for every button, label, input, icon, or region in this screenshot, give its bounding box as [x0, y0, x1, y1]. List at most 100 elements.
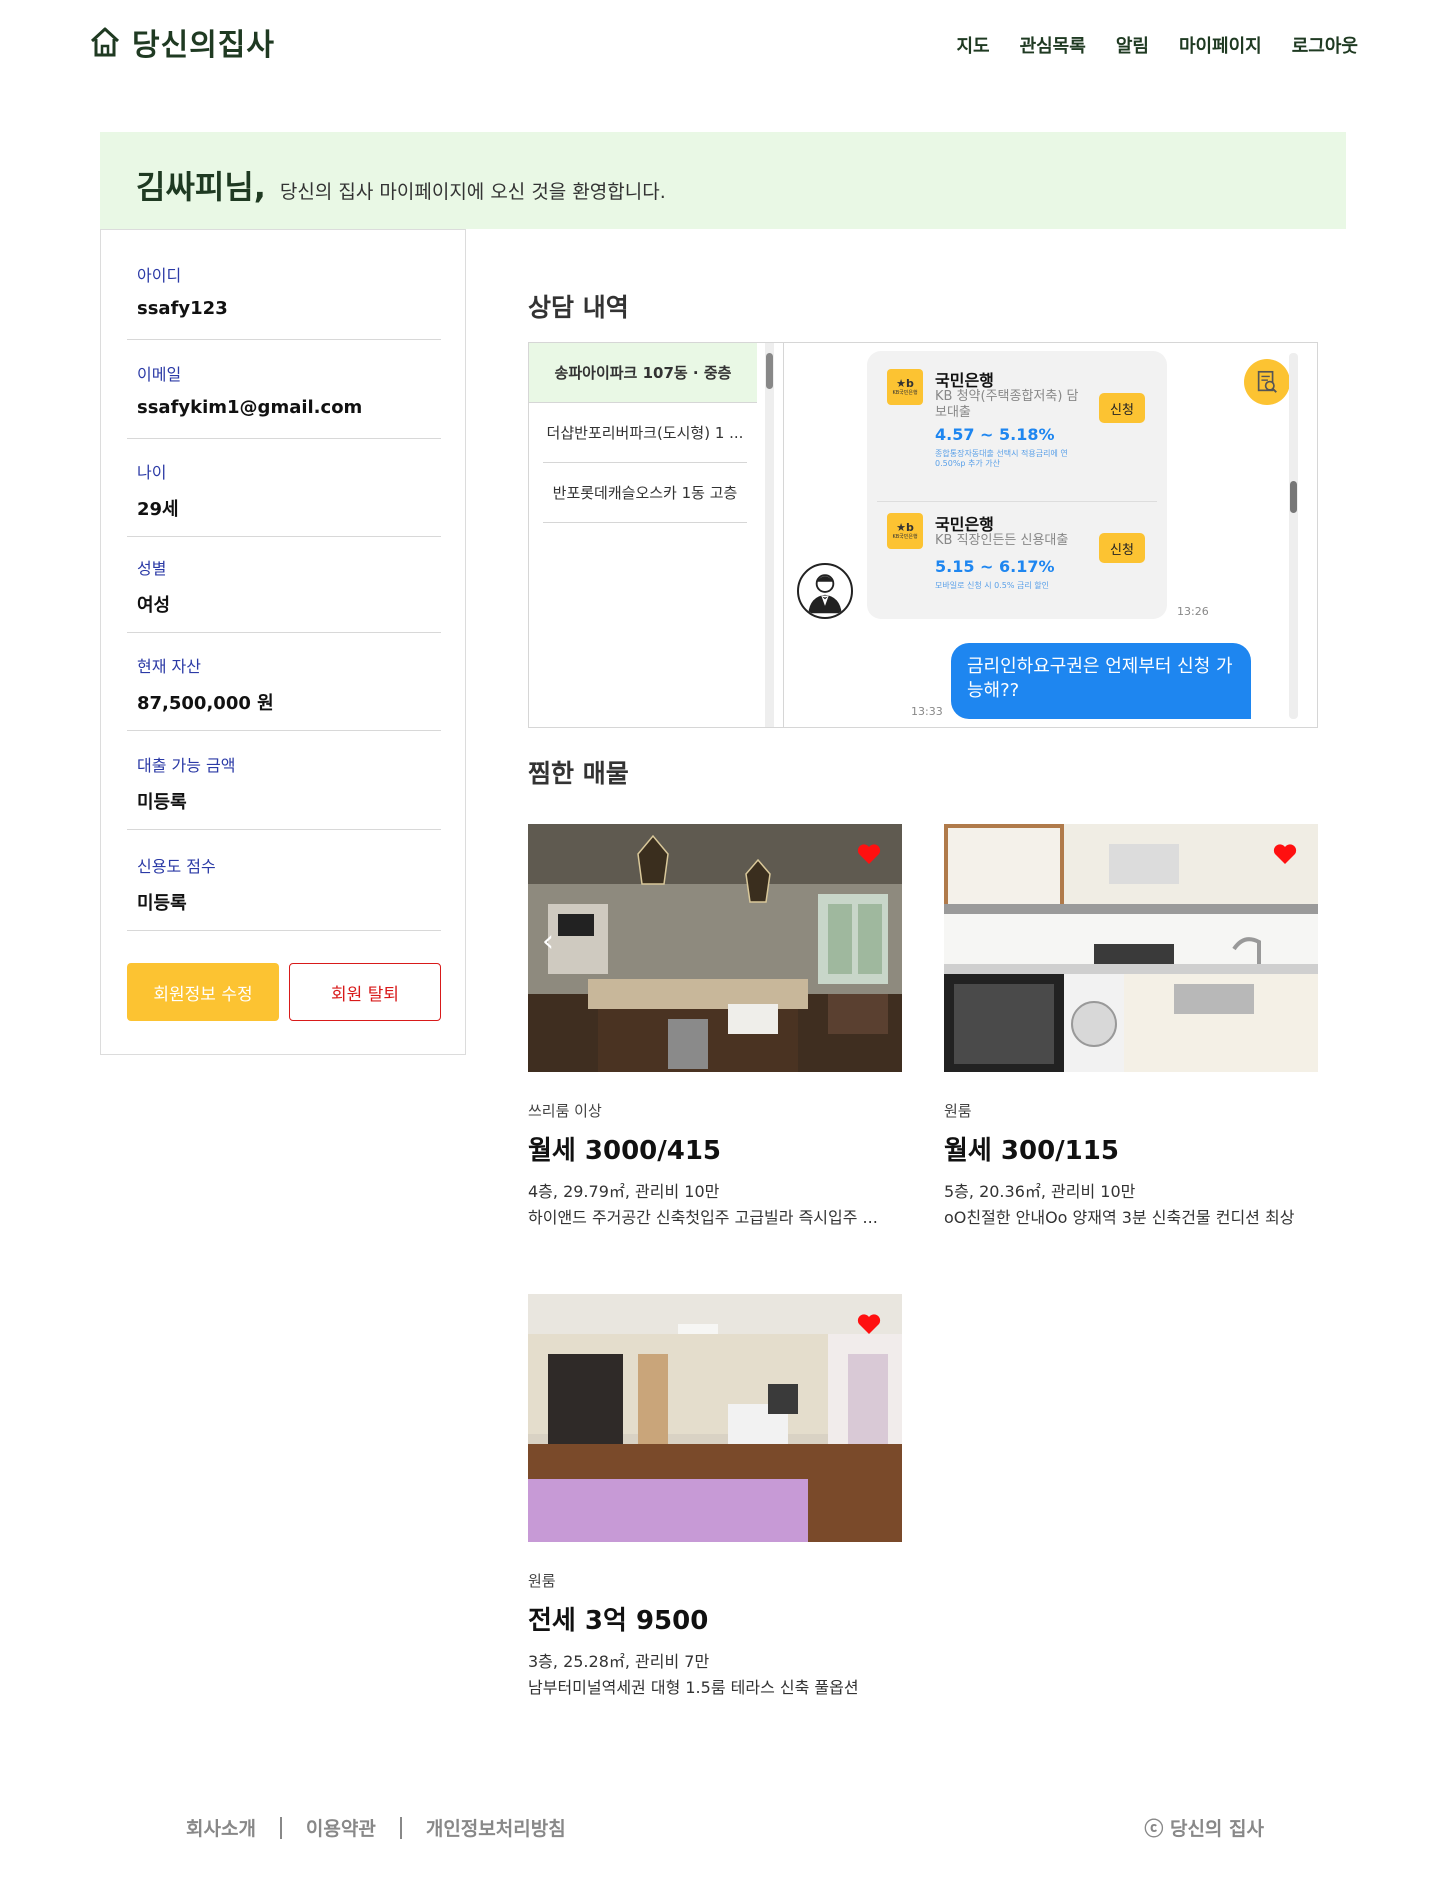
footer-divider [399, 1816, 402, 1839]
consult-list-scrollbar[interactable] [765, 343, 774, 727]
consult-panel: 송파아이파크 107동 · 중층 더샵반포리버파크(도시형) 1 ... 반포롯… [528, 342, 1318, 728]
listing-photo[interactable] [944, 824, 1318, 1072]
field-label: 아이디 [137, 266, 182, 285]
profile-field-age: 나이 29세 [127, 459, 441, 537]
scrollbar-thumb[interactable] [766, 353, 773, 389]
field-label: 나이 [137, 463, 167, 482]
nav-mypage[interactable]: 마이페이지 [1179, 32, 1262, 58]
listing-info: 4층, 29.79㎡, 관리비 10만 [528, 1182, 720, 1201]
apply-loan-button[interactable]: 신청 [1099, 393, 1145, 423]
favorite-listing-card[interactable]: ‹ 쓰리룸 이상 월세 3000/415 4층, 29.79㎡, 관리비 10만… [528, 824, 902, 1234]
field-label: 현재 자산 [137, 657, 201, 676]
carousel-prev-button[interactable]: ‹ [542, 924, 554, 959]
bank-name: 국민은행 [935, 515, 994, 534]
field-label: 대출 가능 금액 [137, 756, 236, 775]
listing-photo[interactable] [528, 1294, 902, 1542]
logo[interactable]: 당신의집사 [88, 20, 275, 64]
main-nav: 지도 관심목록 알림 마이페이지 로그아웃 [956, 32, 1358, 58]
welcome-banner: 김싸피님, 당신의 집사 마이페이지에 오신 것을 환영합니다. [100, 132, 1346, 229]
field-value: 87,500,000 원 [137, 693, 274, 714]
kitchen-photo [944, 824, 1318, 1072]
profile-field-email: 이메일 ssafykim1@gmail.com [127, 361, 441, 439]
message-time: 13:33 [911, 705, 943, 718]
listing-room-type: 쓰리룸 이상 [528, 1102, 602, 1120]
consult-list: 송파아이파크 107동 · 중층 더샵반포리버파크(도시형) 1 ... 반포롯… [529, 343, 784, 727]
listing-price: 월세 3000/415 [528, 1136, 722, 1166]
listing-price: 월세 300/115 [944, 1136, 1119, 1166]
favorites-section-title: 찜한 매물 [528, 759, 629, 788]
favorite-listing-card[interactable]: 원룸 전세 3억 9500 3층, 25.28㎡, 관리비 7만 남부터미널역세… [528, 1294, 902, 1704]
listing-description: 남부터미널역세권 대형 1.5룸 테라스 신축 풀옵션 [528, 1678, 859, 1697]
consult-list-item[interactable]: 더샵반포리버파크(도시형) 1 ... [543, 403, 747, 463]
field-value: 미등록 [137, 893, 187, 914]
listing-description: oO친절한 안내Oo 양재역 3분 신축건물 컨디션 최상 [944, 1208, 1295, 1227]
heart-icon[interactable] [1272, 842, 1298, 866]
loan-note: 모바일로 신청 시 0.5% 금리 할인 [935, 581, 1049, 590]
bank-logo-mark: ★b [896, 520, 914, 534]
profile-card: 아이디 ssafy123 이메일 ssafykim1@gmail.com 나이 … [100, 229, 466, 1055]
nav-logout[interactable]: 로그아웃 [1292, 32, 1358, 58]
my-message-bubble: 금리인하요구권은 언제부터 신청 가능해?? [951, 643, 1251, 719]
agent-avatar [797, 563, 853, 619]
listing-price: 전세 3억 9500 [528, 1606, 709, 1636]
logo-text: 당신의집사 [132, 28, 275, 63]
edit-profile-button[interactable]: 회원정보 수정 [127, 963, 279, 1021]
kb-bank-logo: ★b KB국민은행 [887, 369, 923, 405]
field-value: 29세 [137, 499, 179, 520]
loan-item: ★b KB국민은행 국민은행 KB 직장인든든 신용대출 5.15 ~ 6.17… [887, 513, 1161, 613]
listing-description: 하이앤드 주거공간 신축첫입주 고급빌라 즉시입주 ... [528, 1208, 878, 1227]
welcome-message: 당신의 집사 마이페이지에 오신 것을 환영합니다. [279, 181, 666, 203]
field-value: 미등록 [137, 792, 187, 813]
listing-info: 5층, 20.36㎡, 관리비 10만 [944, 1182, 1136, 1201]
profile-field-gender: 성별 여성 [127, 555, 441, 633]
footer-divider [279, 1816, 282, 1839]
field-label: 신용도 점수 [137, 857, 216, 876]
profile-field-credit-score: 신용도 점수 미등록 [127, 853, 441, 931]
chat-scrollbar[interactable] [1289, 353, 1298, 719]
listing-room-type: 원룸 [944, 1102, 972, 1120]
footer-copyright: ⓒ 당신의 집사 [1144, 1818, 1264, 1840]
loan-product: KB 직장인든든 신용대출 [935, 533, 1069, 548]
loan-rate: 4.57 ~ 5.18% [935, 425, 1055, 444]
nav-map[interactable]: 지도 [956, 32, 989, 58]
field-value: ssafy123 [137, 298, 228, 319]
profile-field-assets: 현재 자산 87,500,000 원 [127, 653, 441, 731]
footer-link-terms[interactable]: 이용약관 [306, 1814, 376, 1841]
nav-watchlist[interactable]: 관심목록 [1020, 32, 1086, 58]
heart-icon[interactable] [856, 842, 882, 866]
nav-notifications[interactable]: 알림 [1116, 32, 1149, 58]
header: 당신의집사 지도 관심목록 알림 마이페이지 로그아웃 [0, 0, 1440, 86]
heart-icon[interactable] [856, 1312, 882, 1336]
footer-link-privacy[interactable]: 개인정보처리방침 [426, 1814, 566, 1841]
field-value: ssafykim1@gmail.com [137, 397, 363, 418]
listing-room-type: 원룸 [528, 1572, 556, 1590]
field-label: 이메일 [137, 365, 182, 384]
scrollbar-thumb[interactable] [1290, 481, 1297, 513]
favorite-listing-card[interactable]: 원룸 월세 300/115 5층, 20.36㎡, 관리비 10만 oO친절한 … [944, 824, 1318, 1234]
consult-list-item[interactable]: 반포롯데캐슬오스카 1동 고층 [543, 463, 747, 523]
bank-logo-sub: KB국민은행 [892, 533, 918, 540]
apply-loan-button[interactable]: 신청 [1099, 533, 1145, 563]
footer: 회사소개 이용약관 개인정보처리방침 ⓒ 당신의 집사 [0, 1800, 1440, 1850]
field-label: 성별 [137, 559, 167, 578]
consult-section-title: 상담 내역 [528, 293, 629, 322]
message-time: 13:26 [1177, 605, 1209, 618]
consult-list-item[interactable]: 송파아이파크 107동 · 중층 [529, 343, 757, 403]
loan-product: KB 청약(주택종합저축) 담보대출 [935, 389, 1079, 420]
room-photo [528, 1294, 902, 1542]
document-search-button[interactable] [1244, 359, 1290, 405]
footer-link-about[interactable]: 회사소개 [186, 1814, 256, 1841]
document-search-icon [1257, 370, 1277, 393]
listing-info: 3층, 25.28㎡, 관리비 7만 [528, 1652, 710, 1671]
loan-item: ★b KB국민은행 국민은행 KB 청약(주택종합저축) 담보대출 4.57 ~… [887, 369, 1161, 489]
bank-logo-sub: KB국민은행 [892, 389, 918, 396]
withdraw-button[interactable]: 회원 탈퇴 [289, 963, 441, 1021]
bank-logo-mark: ★b [896, 376, 914, 390]
profile-field-id: 아이디 ssafy123 [127, 262, 441, 340]
house-icon [90, 27, 120, 57]
bank-name: 국민은행 [935, 371, 994, 390]
butler-icon [808, 574, 842, 614]
loan-recommendation-card: ★b KB국민은행 국민은행 KB 청약(주택종합저축) 담보대출 4.57 ~… [867, 351, 1167, 619]
loan-rate: 5.15 ~ 6.17% [935, 557, 1055, 576]
listing-photo[interactable]: ‹ [528, 824, 902, 1072]
